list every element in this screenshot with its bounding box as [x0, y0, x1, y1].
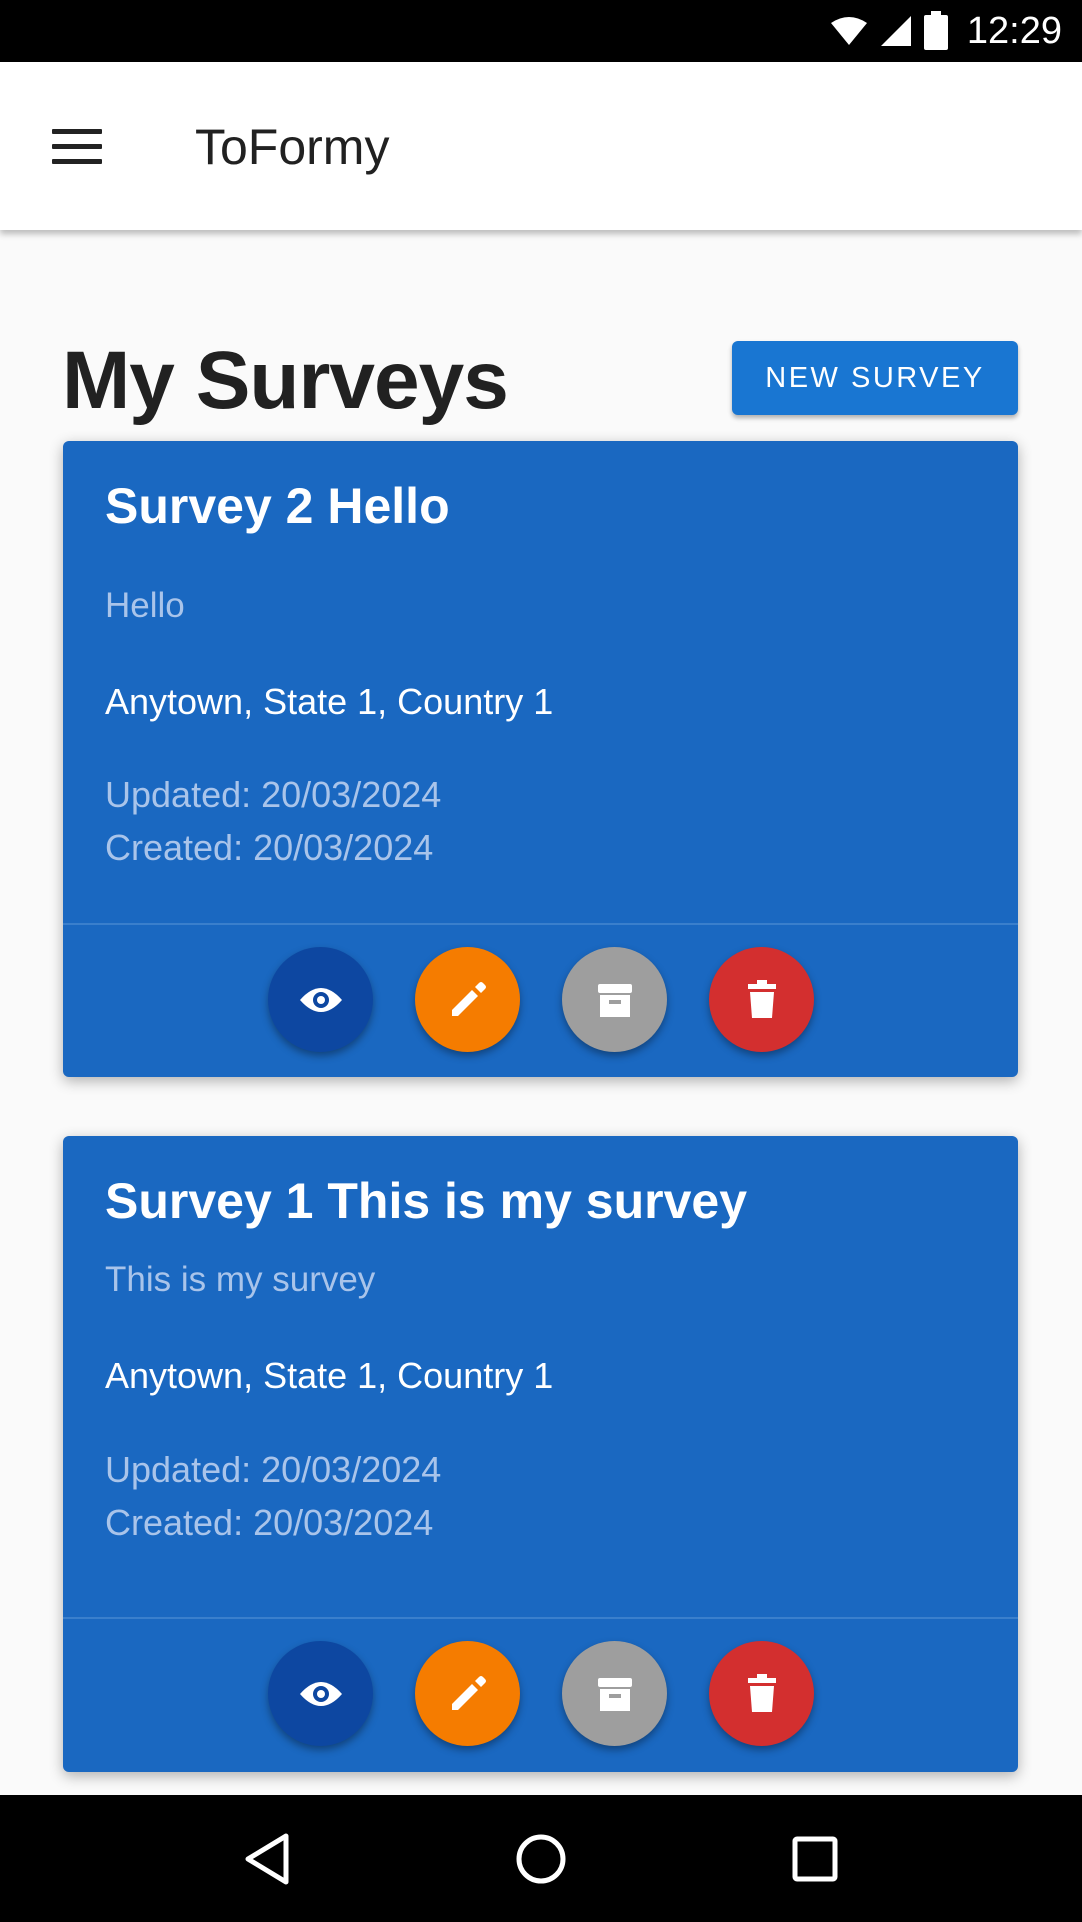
back-button[interactable]	[217, 1809, 317, 1909]
status-time: 12:29	[966, 9, 1062, 52]
wifi-icon	[830, 17, 867, 45]
survey-description: Hello	[105, 586, 185, 625]
view-button[interactable]	[268, 1641, 373, 1746]
survey-location: Anytown, State 1, Country 1	[105, 1355, 554, 1396]
edit-button[interactable]	[415, 1641, 520, 1746]
app-title: ToFormy	[195, 119, 390, 175]
new-survey-button[interactable]: NEW SURVEY	[732, 341, 1018, 415]
eye-icon	[299, 987, 342, 1012]
view-button[interactable]	[268, 947, 373, 1052]
survey-updated-date: Updated: 20/03/2024	[105, 1449, 442, 1490]
signal-icon	[880, 16, 911, 46]
survey-created-date: Created: 20/03/2024	[105, 1502, 434, 1543]
trash-icon	[747, 979, 776, 1018]
card-actions	[268, 947, 814, 1052]
trash-icon	[747, 1673, 776, 1712]
archive-button[interactable]	[562, 947, 667, 1052]
page-title: My Surveys	[62, 335, 509, 426]
recents-button[interactable]	[765, 1809, 865, 1909]
status-bar: 12:29	[0, 0, 1082, 62]
home-button[interactable]	[491, 1809, 591, 1909]
survey-title: Survey 2 Hello	[105, 478, 450, 534]
status-icons: 12:29	[829, 0, 1062, 62]
hamburger-menu-icon[interactable]	[52, 114, 126, 178]
survey-title: Survey 1 This is my survey	[105, 1173, 748, 1229]
home-icon	[516, 1834, 566, 1883]
battery-icon	[923, 11, 948, 50]
eye-icon	[299, 1681, 342, 1706]
card-divider	[63, 1617, 1018, 1619]
survey-description: This is my survey	[105, 1260, 376, 1299]
survey-card[interactable]: Survey 1 This is my survey This is my su…	[63, 1136, 1018, 1772]
delete-button[interactable]	[709, 947, 814, 1052]
main-content[interactable]: My Surveys NEW SURVEY Survey 2 Hello Hel…	[0, 230, 1082, 1795]
survey-location: Anytown, State 1, Country 1	[105, 681, 554, 722]
pencil-icon	[451, 981, 486, 1016]
pencil-icon	[451, 1675, 486, 1710]
card-divider	[63, 923, 1018, 925]
survey-created-date: Created: 20/03/2024	[105, 827, 434, 868]
survey-updated-date: Updated: 20/03/2024	[105, 774, 442, 815]
card-actions	[268, 1641, 814, 1746]
delete-button[interactable]	[709, 1641, 814, 1746]
survey-card[interactable]: Survey 2 Hello Hello Anytown, State 1, C…	[63, 441, 1018, 1077]
back-icon	[245, 1833, 289, 1884]
recents-icon	[792, 1836, 838, 1881]
edit-button[interactable]	[415, 947, 520, 1052]
archive-icon	[597, 983, 632, 1017]
system-nav-bar	[0, 1795, 1082, 1922]
archive-icon	[597, 1677, 632, 1711]
app-bar: ToFormy	[0, 62, 1082, 230]
archive-button[interactable]	[562, 1641, 667, 1746]
